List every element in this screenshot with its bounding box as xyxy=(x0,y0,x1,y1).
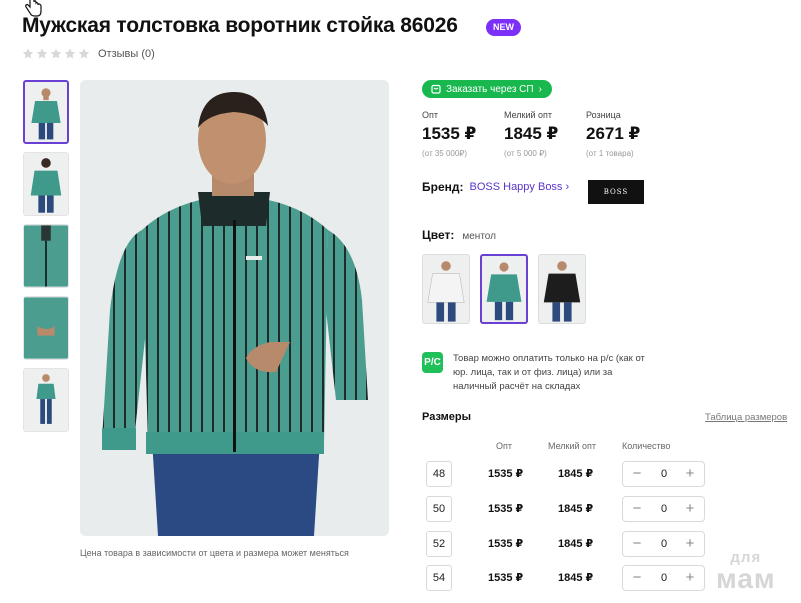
star-icon xyxy=(64,48,76,59)
jacket-black-icon xyxy=(539,255,585,323)
color-row: Цвет: ментол xyxy=(422,228,496,242)
minus-button[interactable]: − xyxy=(629,466,645,482)
reviews-link[interactable]: Отзывы (0) xyxy=(98,48,155,60)
price-tiers: Опт 1535 ₽ (от 35 000₽) Мелкий опт 1845 … xyxy=(422,110,668,158)
star-icon xyxy=(36,48,48,59)
size-label: 52 xyxy=(426,531,452,557)
price-tier-condition: (от 1 товара) xyxy=(586,149,634,158)
size-table-link[interactable]: Таблица размеров xyxy=(705,412,787,423)
payment-icon: P/C xyxy=(422,352,443,373)
price-tier-retail: Розница 2671 ₽ (от 1 товара) xyxy=(586,110,668,158)
price-tier-value: 1535 ₽ xyxy=(422,124,477,143)
jacket-mint-icon xyxy=(482,256,526,322)
size-row: 50 1535 ₽ 1845 ₽ − 0 + xyxy=(426,496,716,522)
thumbnail-5[interactable] xyxy=(23,368,69,432)
price-tier-value: 2671 ₽ xyxy=(586,124,641,143)
price-tier-label: Мелкий опт xyxy=(504,110,553,120)
size-label: 50 xyxy=(426,496,452,522)
jacket-white-icon xyxy=(423,255,469,323)
thumbnail-1[interactable] xyxy=(23,80,69,144)
brand-row: Бренд: BOSS Happy Boss › xyxy=(422,180,569,194)
size-price-small-opt: 1845 ₽ xyxy=(558,503,594,515)
site-watermark: для мам xyxy=(716,550,776,593)
star-icon xyxy=(22,48,34,59)
swatch-mint[interactable] xyxy=(480,254,528,324)
column-header-small-opt: Мелкий опт xyxy=(548,441,597,451)
price-tier-condition: (от 35 000₽) xyxy=(422,149,468,158)
color-label: Цвет: xyxy=(422,228,455,242)
plus-button[interactable]: + xyxy=(682,570,698,586)
size-row: 54 1535 ₽ 1845 ₽ − 0 + xyxy=(426,565,716,591)
plus-button[interactable]: + xyxy=(682,536,698,552)
quantity-value[interactable]: 0 xyxy=(653,572,675,584)
thumbnail-2[interactable] xyxy=(23,152,69,216)
watermark-line-2: мам xyxy=(716,563,776,594)
price-tier-label: Опт xyxy=(422,110,438,120)
jacket-photo-icon xyxy=(24,225,68,287)
size-price-opt: 1535 ₽ xyxy=(488,572,524,584)
size-price-small-opt: 1845 ₽ xyxy=(558,572,594,584)
thumbnail-list xyxy=(23,80,69,440)
rating[interactable]: Отзывы (0) xyxy=(22,48,155,60)
minus-button[interactable]: − xyxy=(629,570,645,586)
price-tier-label: Розница xyxy=(586,110,621,120)
brand-label: Бренд: xyxy=(422,180,464,194)
size-row: 48 1535 ₽ 1845 ₽ − 0 + xyxy=(426,461,716,487)
size-price-small-opt: 1845 ₽ xyxy=(558,468,594,480)
price-note: Цена товара в зависимости от цвета и раз… xyxy=(80,548,349,558)
quantity-value[interactable]: 0 xyxy=(653,538,675,550)
chevron-right-icon: › xyxy=(538,83,542,95)
swatch-black[interactable] xyxy=(538,254,586,324)
color-value: ментол xyxy=(462,231,496,242)
star-icon xyxy=(50,48,62,59)
brand-link[interactable]: BOSS Happy Boss › xyxy=(470,181,570,193)
jacket-photo-icon xyxy=(24,369,68,431)
payment-note: Товар можно оплатить только на р/с (как … xyxy=(453,353,645,392)
size-price-opt: 1535 ₽ xyxy=(488,538,524,550)
column-header-quantity: Количество xyxy=(622,441,671,451)
order-sp-button[interactable]: Заказать через СП › xyxy=(422,80,552,98)
size-price-small-opt: 1845 ₽ xyxy=(558,538,594,550)
price-tier-condition: (от 5 000 ₽) xyxy=(504,149,547,158)
quantity-stepper: − 0 + xyxy=(622,531,705,557)
column-header-opt: Опт xyxy=(496,441,512,451)
jacket-photo-icon xyxy=(24,297,68,359)
jacket-photo-icon xyxy=(24,153,68,215)
thumbnail-3[interactable] xyxy=(23,224,69,288)
jacket-photo-icon xyxy=(25,82,67,142)
swatch-white[interactable] xyxy=(422,254,470,324)
quantity-stepper: − 0 + xyxy=(622,461,705,487)
main-product-photo[interactable] xyxy=(80,80,389,536)
size-label: 54 xyxy=(426,565,452,591)
chevron-right-icon: › xyxy=(565,181,570,193)
quantity-stepper: − 0 + xyxy=(622,496,705,522)
size-row: 52 1535 ₽ 1845 ₽ − 0 + xyxy=(426,531,716,557)
quantity-value[interactable]: 0 xyxy=(653,468,675,480)
new-badge: NEW xyxy=(486,19,521,36)
plus-button[interactable]: + xyxy=(682,501,698,517)
size-label: 48 xyxy=(426,461,452,487)
price-tier-small-opt: Мелкий опт 1845 ₽ (от 5 000 ₽) xyxy=(504,110,586,158)
plus-button[interactable]: + xyxy=(682,466,698,482)
thumbnail-4[interactable] xyxy=(23,296,69,360)
jacket-model-photo xyxy=(80,80,389,536)
cart-icon xyxy=(431,84,441,94)
size-price-opt: 1535 ₽ xyxy=(488,468,524,480)
price-tier-value: 1845 ₽ xyxy=(504,124,559,143)
minus-button[interactable]: − xyxy=(629,536,645,552)
color-swatches xyxy=(422,254,586,324)
product-title: Мужская толстовка воротник стойка 86026 xyxy=(22,14,458,37)
quantity-stepper: − 0 + xyxy=(622,565,705,591)
size-price-opt: 1535 ₽ xyxy=(488,503,524,515)
star-icon xyxy=(78,48,90,59)
quantity-value[interactable]: 0 xyxy=(653,503,675,515)
minus-button[interactable]: − xyxy=(629,501,645,517)
price-tier-opt: Опт 1535 ₽ (от 35 000₽) xyxy=(422,110,504,158)
order-sp-label: Заказать через СП xyxy=(446,83,534,95)
sizes-title: Размеры xyxy=(422,411,472,423)
brand-logo[interactable]: BOSS xyxy=(588,180,644,204)
